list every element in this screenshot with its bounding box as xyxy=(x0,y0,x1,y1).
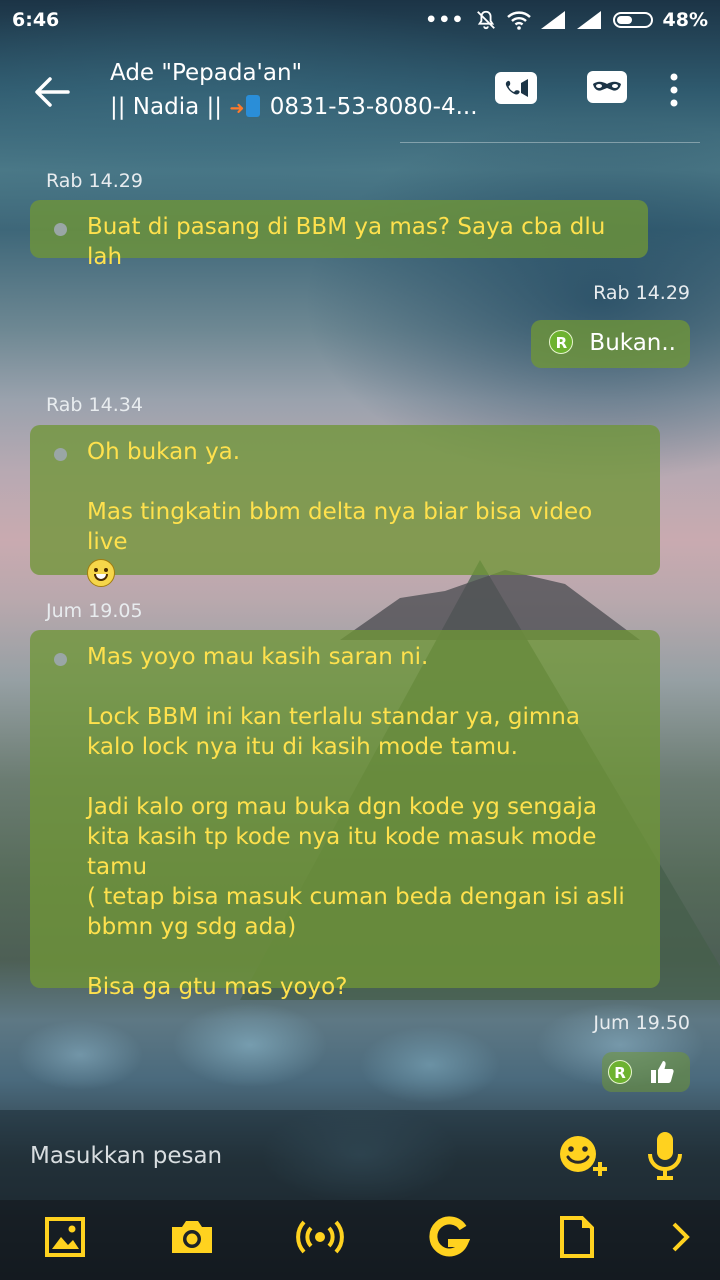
message-bubble-incoming[interactable]: Buat di pasang di BBM ya mas? Saya cba d… xyxy=(30,200,648,270)
message-time: Rab 14.29 xyxy=(593,282,690,304)
message-bubble-outgoing[interactable]: R Bukan.. xyxy=(531,320,690,368)
battery-icon xyxy=(612,12,653,28)
grinning-emoji-icon xyxy=(87,559,115,587)
message-time: Jum 19.05 xyxy=(46,600,143,622)
contact-subtitle[interactable]: || Nadia || ➜ 0831-53-8080-4... xyxy=(110,94,478,120)
status-bar: 6:46 ••• 48% xyxy=(0,0,720,40)
arrow-emoji-icon: ➜ xyxy=(229,98,245,119)
message-text: Mas yoyo mau kasih saran ni. Lock BBM in… xyxy=(87,644,625,1000)
broadcast-button[interactable] xyxy=(295,1212,345,1262)
status-icons: ••• 48% xyxy=(425,9,708,31)
message-time: Rab 14.29 xyxy=(46,170,143,192)
camera-button[interactable] xyxy=(167,1212,217,1262)
read-receipt-icon: R xyxy=(608,1060,632,1084)
battery-percent: 48% xyxy=(662,9,708,31)
wifi-icon xyxy=(506,11,531,30)
message-status-dot xyxy=(54,223,67,236)
read-receipt-icon: R xyxy=(549,330,574,354)
chevron-right-icon xyxy=(672,1222,690,1252)
more-vert-icon[interactable] xyxy=(664,72,684,108)
camera-icon xyxy=(172,1221,212,1253)
message-text: Bukan.. xyxy=(589,330,676,356)
message-bubble-incoming[interactable]: Mas yoyo mau kasih saran ni. Lock BBM in… xyxy=(30,630,660,1000)
signal-icon-2 xyxy=(576,11,601,29)
attachment-toolbar xyxy=(0,1200,720,1280)
message-time: Jum 19.50 xyxy=(593,1012,690,1034)
chat-header: Ade "Pepada'an" || Nadia || ➜ 0831-53-80… xyxy=(0,40,720,143)
video-call-icon[interactable] xyxy=(494,68,538,108)
file-button[interactable] xyxy=(552,1212,602,1262)
message-text: Oh bukan ya. Mas tingkatin bbm delta nya… xyxy=(87,439,593,555)
phone-emoji-icon xyxy=(246,95,261,117)
message-input[interactable] xyxy=(30,1140,510,1172)
more-notifications-icon: ••• xyxy=(425,9,465,31)
broadcast-icon xyxy=(296,1220,344,1254)
signal-icon xyxy=(540,11,565,29)
contact-subtitle-prefix: || Nadia || xyxy=(110,94,223,120)
message-status-dot xyxy=(54,448,67,461)
contact-subtitle-number: 0831-53-8080-4... xyxy=(269,94,478,120)
message-text: Buat di pasang di BBM ya mas? Saya cba d… xyxy=(87,214,613,270)
image-icon xyxy=(45,1217,85,1257)
glympse-button[interactable] xyxy=(423,1212,473,1262)
microphone-icon[interactable] xyxy=(646,1130,684,1182)
message-time: Rab 14.34 xyxy=(46,394,143,416)
contact-name[interactable]: Ade "Pepada'an" xyxy=(110,60,302,86)
message-bubble-outgoing[interactable]: R xyxy=(602,1052,690,1092)
compose-bar xyxy=(0,1110,720,1200)
mask-icon[interactable] xyxy=(586,68,628,108)
message-bubble-incoming[interactable]: Oh bukan ya. Mas tingkatin bbm delta nya… xyxy=(30,425,660,587)
file-icon xyxy=(560,1216,594,1258)
battery-level xyxy=(616,16,632,24)
thumbs-up-icon xyxy=(651,1061,674,1083)
more-options-button[interactable] xyxy=(656,1212,706,1262)
emoji-add-icon[interactable] xyxy=(556,1132,612,1180)
message-status-dot xyxy=(54,653,67,666)
back-arrow-icon[interactable] xyxy=(30,70,74,114)
header-divider xyxy=(400,142,700,143)
muted-bell-icon xyxy=(476,10,495,30)
glympse-icon xyxy=(429,1216,470,1257)
image-button[interactable] xyxy=(40,1212,90,1262)
status-time: 6:46 xyxy=(12,9,60,31)
